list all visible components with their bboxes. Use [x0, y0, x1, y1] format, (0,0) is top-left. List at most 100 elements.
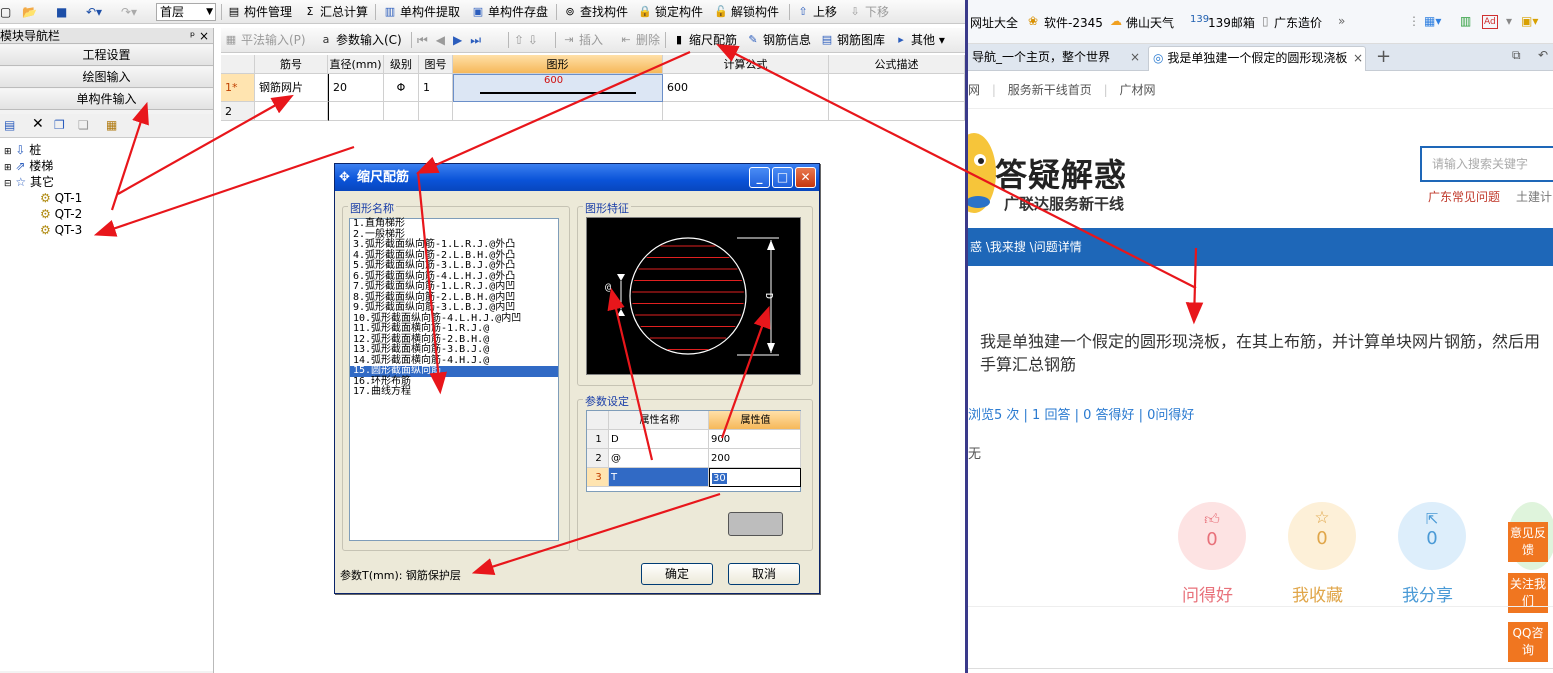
clipboard-icon[interactable]: ▦ [106, 118, 117, 132]
save-component-button[interactable]: ▣ 单构件存盘 [470, 3, 548, 21]
cell-shape[interactable] [453, 102, 663, 121]
cell-desc[interactable] [829, 102, 965, 121]
open-folder-icon[interactable]: 📂 [22, 3, 42, 21]
param-value[interactable]: 900 [709, 430, 801, 449]
shape-list-item[interactable]: 1.直角梯形 [350, 218, 558, 230]
shape-list-item[interactable]: 9.弧形截面纵向筋-3.L.B.J.@内凹 [350, 302, 558, 314]
bookmark-more[interactable]: » [1338, 14, 1345, 28]
copy-icon[interactable]: ❐ [54, 118, 65, 132]
subnav-link[interactable]: 网 [968, 83, 980, 97]
redo-icon[interactable]: ↷▾ [121, 3, 141, 21]
paste-icon[interactable]: ❏ [78, 118, 89, 132]
faq-link[interactable]: 广东常见问题 [1428, 188, 1500, 205]
project-settings-button[interactable]: 工程设置 [0, 45, 213, 66]
share-button[interactable]: ⇱ 0 [1398, 502, 1466, 570]
good-question-button[interactable]: 👍︎ 0 [1178, 502, 1246, 570]
tree-node-stairs[interactable]: ⊞ ⇗ 楼梯 [4, 158, 53, 174]
insert-button[interactable]: ⇥ 插入 [561, 31, 603, 49]
tab-list-icon[interactable]: ⧉ [1512, 48, 1521, 63]
cell-fig[interactable] [419, 102, 453, 121]
move-down-button[interactable]: ⇩ 下移 [847, 3, 889, 21]
apps-icon[interactable]: ▦▾ [1424, 14, 1441, 28]
row-number[interactable]: 2 [221, 102, 255, 121]
cell-bar-name[interactable] [255, 102, 328, 121]
delete-icon[interactable]: ✕ [32, 116, 44, 132]
param-value[interactable]: 200 [709, 449, 801, 468]
cell-shape[interactable]: 600 [453, 74, 663, 102]
extract-component-button[interactable]: ▥ 单构件提取 [382, 3, 460, 21]
reader-icon[interactable]: ▥ [1460, 14, 1471, 28]
shape-list-item[interactable]: 13.弧形截面横向筋-3.B.J.@ [350, 344, 558, 356]
maximize-button[interactable]: □ [772, 167, 793, 188]
cell-grade[interactable] [384, 102, 419, 121]
preview-blank-button[interactable] [728, 512, 783, 536]
undo-close-icon[interactable]: ↶ [1538, 48, 1548, 62]
scale-rebar-button[interactable]: ▮ 缩尺配筋 [671, 31, 737, 49]
bookmark-item[interactable]: 佛山天气 [1126, 14, 1174, 31]
save-icon[interactable]: ■ [56, 3, 72, 21]
tab-nav[interactable]: 导航_一个主页，整个世界 × [968, 46, 1144, 71]
subnav-link[interactable]: 服务新干线首页 [1008, 83, 1092, 97]
lock-component-button[interactable]: 🔒 锁定构件 [637, 3, 703, 21]
move-arrows-icon[interactable]: ⇧ ⇩ [514, 31, 550, 49]
bookmark-item[interactable]: 软件-2345 [1044, 14, 1103, 31]
shape-list-item[interactable]: 5.弧形截面纵向筋-3.L.B.J.@外凸 [350, 260, 558, 272]
share-label[interactable]: 我分享 [1402, 581, 1453, 606]
favorite-label[interactable]: 我收藏 [1292, 581, 1343, 606]
tree-node-qt3[interactable]: ⚙ QT-3 [40, 222, 82, 238]
bookmark-item[interactable]: 网址大全 [970, 14, 1018, 31]
civil-link[interactable]: 土建计 [1516, 188, 1552, 205]
follow-button[interactable]: 关注我们 [1508, 573, 1548, 613]
qq-button[interactable]: QQ咨询 [1508, 622, 1548, 662]
shape-list[interactable]: 1.直角梯形 2.一般梯形 3.弧形截面纵向筋-1.L.R.J.@外凸 4.弧形截面纵… [349, 218, 559, 541]
cell-fig[interactable]: 1 [419, 74, 453, 102]
cell-desc[interactable] [829, 74, 965, 102]
subnav-link[interactable]: 广材网 [1119, 83, 1155, 97]
pin-close-icon[interactable]: ᵖ × [190, 28, 209, 44]
good-label[interactable]: 问得好 [1182, 581, 1233, 606]
shape-list-item[interactable]: 11.弧形截面横向筋-1.R.J.@ [350, 323, 558, 335]
dots-icon[interactable]: ⋮ [1408, 14, 1420, 28]
cell-bar-name[interactable]: 钢筋网片 [255, 74, 328, 102]
undo-icon[interactable]: ↶▾ [86, 3, 106, 21]
search-input[interactable]: 请输入搜索关键字 [1420, 146, 1553, 182]
single-component-input-button[interactable]: 单构件输入 [0, 89, 213, 110]
tree-node-other[interactable]: ⊟ ☆ 其它 [4, 174, 54, 190]
feedback-button[interactable]: 意见反馈 [1508, 522, 1548, 562]
cell-diameter[interactable]: 20 [328, 74, 384, 102]
floor-select[interactable]: 首层 ▼ [156, 3, 216, 21]
bookmark-item[interactable]: 广东造价 [1274, 14, 1322, 31]
unlock-component-button[interactable]: 🔓 解锁构件 [713, 3, 779, 21]
new-file-icon[interactable]: ▢ [0, 3, 16, 21]
ok-button[interactable]: 确定 [641, 563, 713, 585]
record-nav-icons[interactable]: ⏮◀▶⏭ [417, 31, 499, 49]
close-icon[interactable]: × [1353, 47, 1364, 70]
bookmark-item[interactable]: 139邮箱 [1208, 14, 1255, 31]
pdf-icon[interactable]: Ad [1482, 15, 1498, 29]
cell-formula[interactable] [663, 102, 829, 121]
cell-grade[interactable]: Φ [384, 74, 419, 102]
list-view-icon[interactable]: ▤ [4, 118, 15, 132]
tree-node-pile[interactable]: ⊞ ⇩ 桩 [4, 142, 41, 158]
cell-formula[interactable]: 600 [663, 74, 829, 102]
tab-question[interactable]: ◎ 我是单独建一个假定的圆形现浇板 × [1148, 46, 1366, 71]
close-button[interactable]: ✕ [795, 167, 816, 188]
tree-node-qt1[interactable]: ⚙ QT-1 [40, 190, 82, 206]
shape-list-item[interactable]: 17.曲线方程 [350, 386, 558, 398]
rebar-library-button[interactable]: ▤ 钢筋图库 [819, 31, 885, 49]
param-value-input[interactable]: 30 [709, 468, 801, 487]
param-input-button[interactable]: a 参数输入(C) [318, 31, 402, 49]
cell-diameter[interactable] [328, 102, 384, 121]
new-tab-icon[interactable]: + [1376, 46, 1391, 67]
minimize-button[interactable]: _ [749, 167, 770, 188]
tree-node-qt2[interactable]: ⚙ QT-2 [40, 206, 82, 222]
move-up-button[interactable]: ⇧ 上移 [795, 3, 837, 21]
row-number[interactable]: 1* [221, 74, 255, 102]
drawing-input-button[interactable]: 绘图输入 [0, 67, 213, 88]
gallery-icon[interactable]: ▣▾ [1521, 14, 1538, 28]
dialog-titlebar[interactable]: ✥ 缩尺配筋 _ □ ✕ [335, 164, 819, 191]
delete-row-button[interactable]: ⇤ 删除 [618, 31, 660, 49]
cancel-button[interactable]: 取消 [728, 563, 800, 585]
component-manage-button[interactable]: ▤ 构件管理 [226, 3, 292, 21]
close-icon[interactable]: × [1130, 46, 1140, 69]
